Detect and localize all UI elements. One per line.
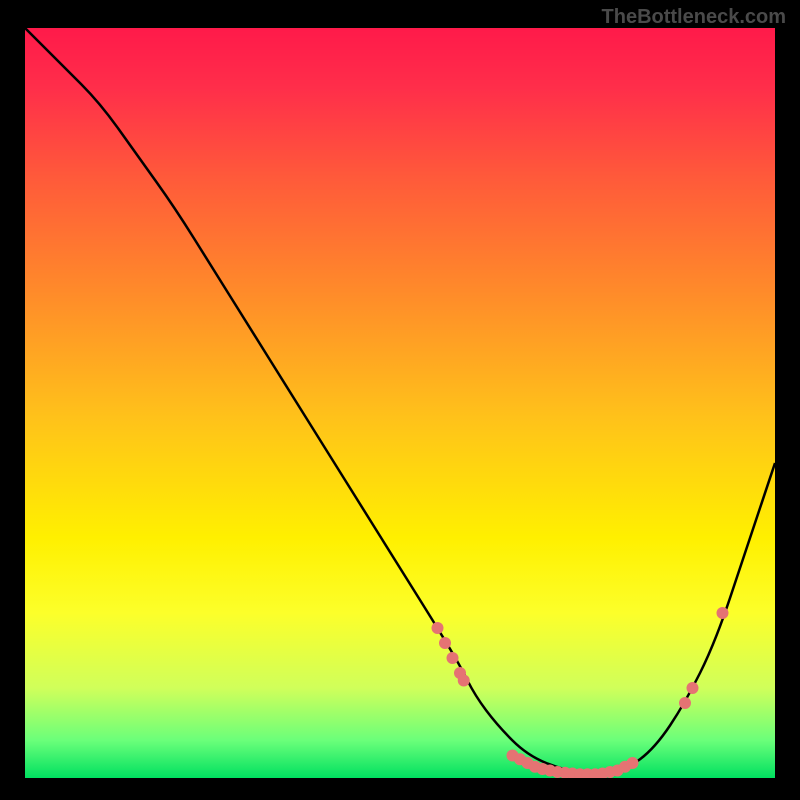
data-point — [522, 757, 534, 769]
data-point — [552, 766, 564, 778]
data-point — [514, 753, 526, 765]
data-point — [544, 765, 556, 777]
data-point — [559, 767, 571, 778]
data-point — [529, 761, 541, 773]
data-point — [687, 682, 699, 694]
data-point — [432, 622, 444, 634]
axis-x — [23, 778, 777, 780]
data-point — [447, 652, 459, 664]
watermark-text: TheBottleneck.com — [602, 6, 786, 29]
data-point — [717, 607, 729, 619]
data-point — [567, 768, 579, 779]
data-point — [597, 768, 609, 779]
axis-y — [23, 26, 25, 780]
data-point — [439, 637, 451, 649]
data-point — [582, 768, 594, 778]
chart-svg — [25, 28, 775, 778]
data-point — [619, 761, 631, 773]
data-point — [604, 766, 616, 778]
data-point — [679, 697, 691, 709]
data-point — [454, 667, 466, 679]
data-point — [458, 675, 470, 687]
data-point — [537, 763, 549, 775]
data-point — [574, 768, 586, 778]
data-point — [507, 750, 519, 762]
data-point — [612, 765, 624, 777]
data-point — [589, 768, 601, 778]
bottleneck-curve — [25, 28, 775, 773]
data-point — [627, 757, 639, 769]
data-points-group — [432, 607, 729, 778]
chart-plot-area — [25, 28, 775, 778]
